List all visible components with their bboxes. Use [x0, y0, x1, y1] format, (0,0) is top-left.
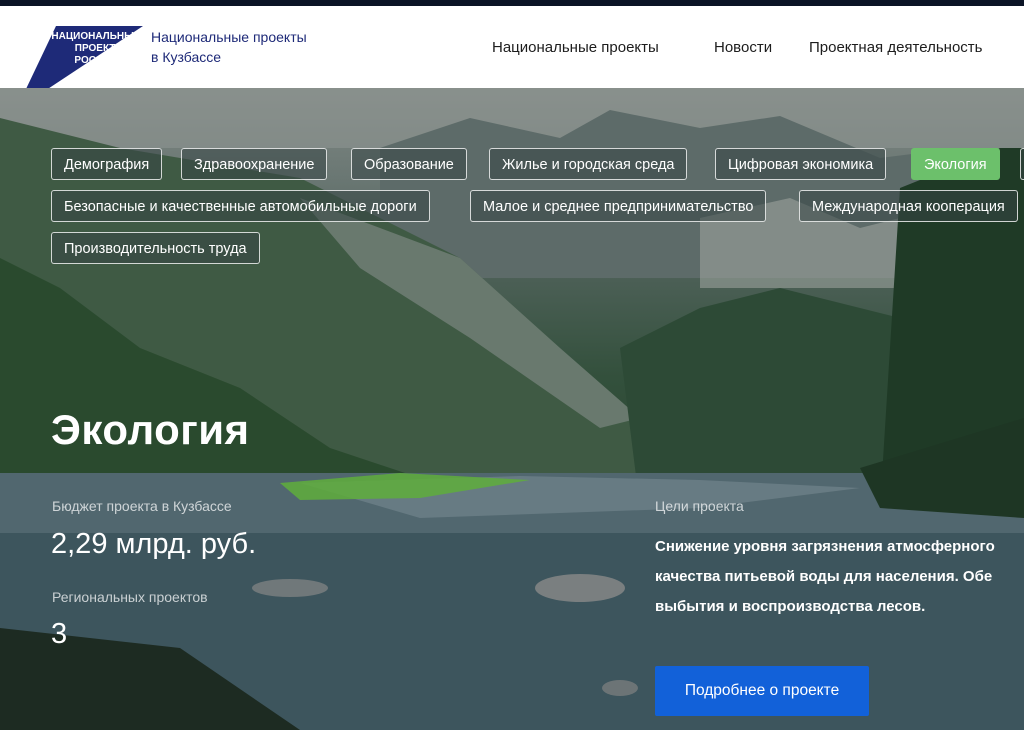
project-title: Экология	[51, 406, 250, 453]
regional-projects-label: Региональных проектов	[52, 589, 208, 605]
project-details-button[interactable]: Подробнее о проекте	[655, 666, 869, 716]
tag-international-cooperation[interactable]: Международная кооперация	[799, 190, 1018, 222]
goals-line-2: качества питьевой воды для населения. Об…	[655, 568, 993, 585]
goals-line-1: Снижение уровня загрязнения атмосферного	[655, 538, 995, 555]
nav-project-activity[interactable]: Проектная деятельность	[809, 39, 982, 56]
tag-safe-roads[interactable]: Безопасные и качественные автомобильные …	[51, 190, 430, 222]
tag-small-business[interactable]: Малое и среднее предпринимательство	[470, 190, 767, 222]
main-nav: Национальные проекты Новости Проектная д…	[0, 39, 1024, 59]
hero-section: Демография Здравоохранение Образование Ж…	[0, 88, 1024, 730]
goals-line-3: выбытия и воспроизводства лесов.	[655, 598, 926, 615]
tag-digital-economy[interactable]: Цифровая экономика	[715, 148, 887, 180]
budget-label: Бюджет проекта в Кузбассе	[52, 498, 232, 514]
nav-news[interactable]: Новости	[714, 39, 772, 56]
budget-value: 2,29 млрд. руб.	[51, 528, 257, 560]
tag-healthcare[interactable]: Здравоохранение	[181, 148, 328, 180]
tag-cropped[interactable]	[1020, 148, 1024, 180]
goals-label: Цели проекта	[655, 498, 744, 514]
goals-text: Снижение уровня загрязнения атмосферного…	[655, 532, 1024, 622]
tag-labor-productivity[interactable]: Производительность труда	[51, 232, 260, 264]
tag-education[interactable]: Образование	[351, 148, 467, 180]
site-header: НАЦИОНАЛЬНЫЕ ПРОЕКТЫ РОССИИ Национальные…	[0, 6, 1024, 110]
regional-projects-value: 3	[51, 618, 68, 650]
tag-ecology[interactable]: Экология	[911, 148, 1000, 180]
nav-national-projects[interactable]: Национальные проекты	[492, 39, 659, 56]
tag-demography[interactable]: Демография	[51, 148, 163, 180]
tag-housing[interactable]: Жилье и городская среда	[489, 148, 688, 180]
